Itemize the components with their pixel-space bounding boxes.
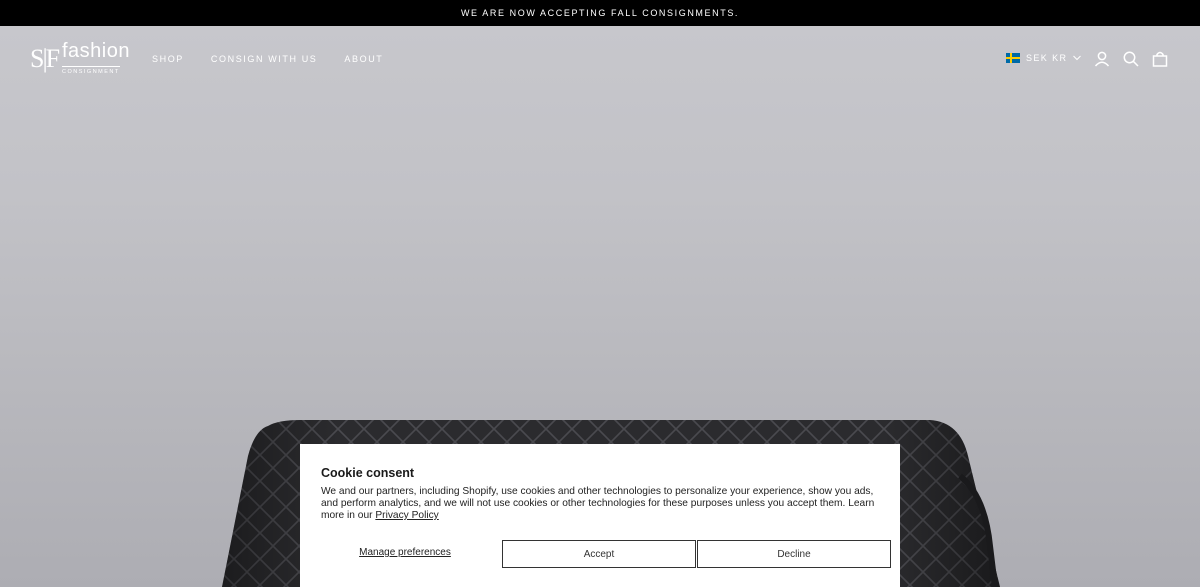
chevron-down-icon (1073, 53, 1082, 63)
accept-button[interactable]: Accept (502, 540, 696, 568)
announcement-text: WE ARE NOW ACCEPTING FALL CONSIGNMENTS. (460, 8, 740, 18)
main-nav: SHOP CONSIGN WITH US ABOUT (152, 54, 383, 64)
manage-preferences-button[interactable]: Manage preferences (321, 540, 489, 565)
cookie-consent-dialog: Cookie consent We and our partners, incl… (300, 444, 900, 587)
privacy-policy-link[interactable]: Privacy Policy (375, 510, 438, 521)
logo-word: fashion (62, 40, 130, 62)
nav-item-shop[interactable]: SHOP (152, 54, 184, 64)
decline-button[interactable]: Decline (697, 540, 891, 568)
logo-mark: S|F (30, 44, 60, 73)
nav-item-about[interactable]: ABOUT (344, 54, 383, 64)
sweden-flag-icon (1006, 53, 1020, 63)
site-logo[interactable]: S|F fashion CONSIGNMENT (30, 40, 130, 78)
site-header: S|F fashion CONSIGNMENT SHOP CONSIGN WIT… (0, 26, 1200, 92)
cookie-title: Cookie consent (321, 466, 415, 480)
nav-item-consign[interactable]: CONSIGN WITH US (211, 54, 318, 64)
search-icon[interactable] (1122, 50, 1140, 68)
currency-selector[interactable]: SEK KR (1006, 53, 1082, 63)
cookie-description: We and our partners, including Shopify, … (321, 486, 881, 522)
logo-subtitle: CONSIGNMENT (62, 66, 120, 75)
account-icon[interactable] (1093, 50, 1111, 68)
cart-icon[interactable] (1151, 50, 1169, 68)
announcement-bar: WE ARE NOW ACCEPTING FALL CONSIGNMENTS. (0, 0, 1200, 26)
currency-label: SEK KR (1026, 53, 1068, 63)
